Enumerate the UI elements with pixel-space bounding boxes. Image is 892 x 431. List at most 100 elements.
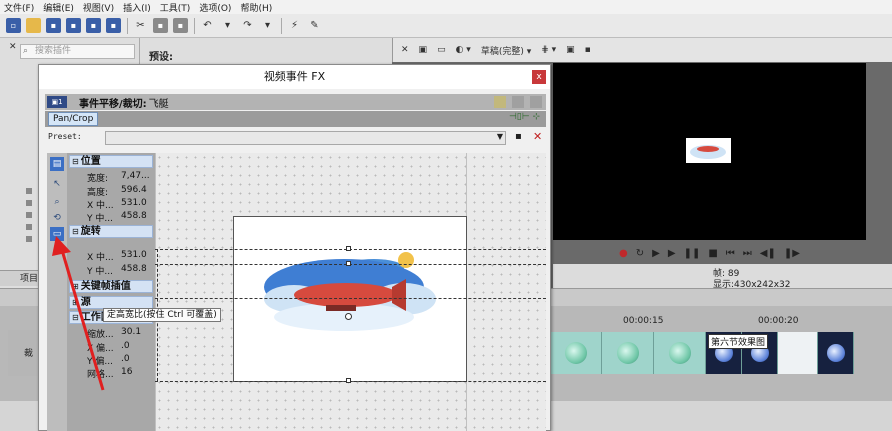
tab-pan-crop[interactable]: Pan/Crop xyxy=(48,112,99,126)
new-icon[interactable]: ▫ xyxy=(6,18,21,33)
menu-help[interactable]: 帮助(H) xyxy=(240,1,272,14)
preview-properties-icon[interactable]: ▣ xyxy=(419,45,428,55)
property-row[interactable]: Y 中... 458.8 xyxy=(77,211,153,224)
plugin-chain-icons[interactable]: ⊣▯⊢ ⊹ xyxy=(509,112,540,122)
preview-quality-value: 草稿(完整) xyxy=(480,46,524,57)
zoom-tool-icon[interactable]: ⌕ xyxy=(50,195,64,209)
section-position[interactable]: ⊟ 位置 xyxy=(69,155,153,168)
play-from-start-icon[interactable]: ▶ xyxy=(652,248,660,259)
preview-close-icon[interactable]: ✕ xyxy=(401,45,409,55)
rotate-tool-icon[interactable]: ⟲ xyxy=(50,211,64,225)
plugin-search-input[interactable]: ⌕ 搜索插件 xyxy=(20,44,135,59)
property-value: 16 xyxy=(121,367,133,377)
expand-icon[interactable] xyxy=(26,236,32,242)
lock-aspect-ratio-icon[interactable]: ▭ xyxy=(50,227,64,241)
resize-handle[interactable] xyxy=(346,378,351,383)
save-as-icon[interactable]: ▪ xyxy=(66,18,81,33)
resize-handle[interactable] xyxy=(346,246,351,251)
go-to-end-icon[interactable]: ⏭ xyxy=(743,248,752,259)
bypass-fx-icon[interactable] xyxy=(494,96,506,108)
property-value: 458.8 xyxy=(121,211,147,221)
globe-thumbnail xyxy=(826,344,845,362)
timecode-marker: 00:00:20 xyxy=(758,316,799,326)
preview-device-icon[interactable]: ▭ xyxy=(437,45,446,55)
clip-thumbnail[interactable] xyxy=(654,332,706,374)
property-key: Y 中... xyxy=(87,214,113,224)
clip-thumbnail[interactable] xyxy=(550,332,602,374)
expand-icon[interactable] xyxy=(26,224,32,230)
go-to-start-icon[interactable]: ⏮ xyxy=(726,248,735,259)
pause-icon[interactable]: ❚❚ xyxy=(684,248,701,259)
edit-tool-icon[interactable]: ✎ xyxy=(307,18,322,33)
delete-preset-icon[interactable]: ✕ xyxy=(533,130,542,143)
center-point-handle[interactable] xyxy=(345,313,352,320)
transport-controls: ● ↻ ▶ ▶ ❚❚ ■ ⏮ ⏭ ◀❚ ❚▶ xyxy=(553,243,866,263)
track-header[interactable] xyxy=(8,330,38,376)
redo-icon[interactable]: ↷ xyxy=(240,18,255,33)
copy-icon[interactable]: ▪ xyxy=(153,18,168,33)
stop-icon[interactable]: ■ xyxy=(708,248,717,259)
undo-icon[interactable]: ↶ xyxy=(200,18,215,33)
save-icon[interactable]: ▪ xyxy=(46,18,61,33)
pan-crop-workspace[interactable] xyxy=(155,153,546,431)
save-preset-icon[interactable]: ▪ xyxy=(515,131,522,142)
menu-insert[interactable]: 插入(I) xyxy=(123,1,151,14)
render-icon[interactable]: ▪ xyxy=(86,18,101,33)
fx-chain-header: ▣1 事件平移/裁切: 飞艇 xyxy=(45,94,546,110)
expand-icon[interactable] xyxy=(26,212,32,218)
property-row[interactable]: Y 偏... .0 xyxy=(77,354,153,367)
clip-thumbnail[interactable] xyxy=(818,332,854,374)
menu-tools[interactable]: 工具(T) xyxy=(160,1,191,14)
copy-snapshot-icon[interactable]: ▣ xyxy=(566,45,575,55)
expand-icon[interactable] xyxy=(26,200,32,206)
section-rotation[interactable]: ⊟ 旋转 xyxy=(69,225,153,238)
cut-icon[interactable]: ✂ xyxy=(133,18,148,33)
property-row[interactable]: Y 中... 458.8 xyxy=(77,264,153,277)
preview-quality-select[interactable]: 草稿(完整) ▾ xyxy=(481,44,531,57)
video-preview-window[interactable] xyxy=(553,63,866,240)
previous-frame-icon[interactable]: ◀❚ xyxy=(760,248,776,259)
preview-info: 帧: 89 显示:430x242x32 xyxy=(553,264,892,290)
undo-dropdown-icon[interactable]: ▾ xyxy=(220,18,235,33)
preset-label: Preset: xyxy=(48,132,82,141)
panel-close-icon[interactable]: ✕ xyxy=(9,42,17,52)
split-screen-icon[interactable]: ◐ ▾ xyxy=(456,45,471,55)
remove-fx-icon[interactable] xyxy=(512,96,524,108)
section-keyframe-interpolation[interactable]: ⊞ 关键帧插值 xyxy=(69,280,153,293)
properties-icon[interactable]: ▪ xyxy=(106,18,121,33)
menu-view[interactable]: 视图(V) xyxy=(83,1,114,14)
property-row[interactable]: X 中... 531.0 xyxy=(77,198,153,211)
size-about-center-icon[interactable]: ▫ xyxy=(50,243,64,257)
normal-edit-tool-icon[interactable]: ↖ xyxy=(50,177,64,191)
property-row[interactable]: 宽度: 7,47... xyxy=(77,171,153,184)
loop-icon[interactable]: ↻ xyxy=(636,248,644,259)
property-row[interactable]: X 中... 531.0 xyxy=(77,250,153,263)
open-folder-icon[interactable] xyxy=(26,18,41,33)
resize-handle[interactable] xyxy=(346,261,351,266)
preset-row: Preset: ▼ ▪ ✕ xyxy=(45,130,546,146)
overlays-icon[interactable]: ⋕ ▾ xyxy=(541,45,556,55)
crop-frame[interactable] xyxy=(233,216,467,382)
menu-edit[interactable]: 编辑(E) xyxy=(43,1,74,14)
paste-icon[interactable]: ▪ xyxy=(173,18,188,33)
property-row[interactable]: 网格... 16 xyxy=(77,367,153,380)
record-icon[interactable]: ● xyxy=(619,248,628,259)
save-snapshot-icon[interactable]: ▪ xyxy=(585,45,591,55)
next-frame-icon[interactable]: ❚▶ xyxy=(784,248,800,259)
tab-project[interactable]: 项目 xyxy=(0,270,40,286)
menu-options[interactable]: 选项(O) xyxy=(199,1,231,14)
property-row[interactable]: 缩放... 30.1 xyxy=(77,327,153,340)
property-row[interactable]: X 偏... .0 xyxy=(77,341,153,354)
play-icon[interactable]: ▶ xyxy=(668,248,676,259)
menu-file[interactable]: 文件(F) xyxy=(4,1,34,14)
property-row[interactable]: 高度: 596.4 xyxy=(77,185,153,198)
redo-dropdown-icon[interactable]: ▾ xyxy=(260,18,275,33)
expand-icon[interactable] xyxy=(26,188,32,194)
show-properties-icon[interactable]: ▤ xyxy=(50,157,64,171)
fx-list-icon[interactable] xyxy=(530,96,542,108)
close-button[interactable]: x xyxy=(532,70,546,84)
enable-snapping-icon[interactable]: ⚡ xyxy=(287,18,302,33)
clip-thumbnail[interactable] xyxy=(778,332,818,374)
clip-thumbnail[interactable] xyxy=(602,332,654,374)
preset-select[interactable]: ▼ xyxy=(105,131,506,145)
